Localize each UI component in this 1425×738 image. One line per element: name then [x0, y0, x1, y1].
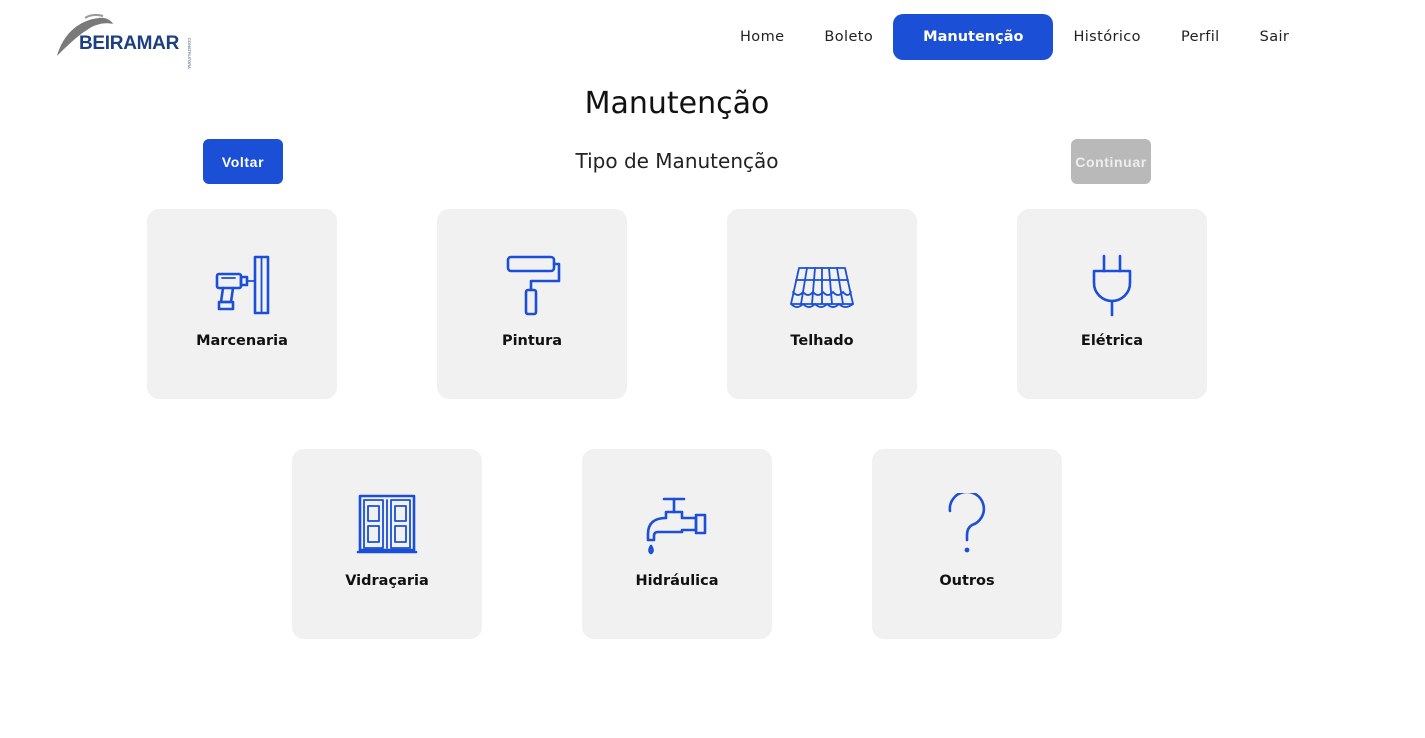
window-icon	[347, 493, 427, 557]
category-label: Hidráulica	[635, 573, 719, 589]
nav-perfil[interactable]: Perfil	[1161, 14, 1240, 60]
faucet-icon	[637, 493, 717, 557]
question-icon	[927, 493, 1007, 557]
category-label: Pintura	[501, 333, 563, 349]
page-title: Manutenção	[584, 86, 770, 121]
category-card-outros[interactable]: Outros	[872, 449, 1062, 639]
logo-text: BEIRAMAR	[79, 33, 179, 54]
page: BEIRAMAR CONSTRUTORA Home Boleto Manuten…	[0, 0, 1425, 738]
nav-boleto[interactable]: Boleto	[804, 14, 893, 60]
nav-historico[interactable]: Histórico	[1053, 14, 1160, 60]
category-card-telhado[interactable]: Telhado	[727, 209, 917, 399]
category-label: Vidraçaria	[345, 573, 429, 589]
nav-manutencao[interactable]: Manutenção	[893, 14, 1054, 60]
drill-icon	[202, 253, 282, 317]
category-label: Telhado	[790, 333, 854, 349]
category-card-eletrica[interactable]: Elétrica	[1017, 209, 1207, 399]
roof-tiles-icon	[782, 253, 862, 317]
category-card-marcenaria[interactable]: Marcenaria	[147, 209, 337, 399]
plug-icon	[1072, 253, 1152, 317]
logo-subtext: CONSTRUTORA	[187, 38, 192, 69]
category-label: Marcenaria	[196, 333, 288, 349]
paint-roller-icon	[492, 253, 572, 317]
category-card-hidraulica[interactable]: Hidráulica	[582, 449, 772, 639]
category-label: Outros	[939, 573, 995, 589]
nav-home[interactable]: Home	[720, 14, 804, 60]
main-nav: Home Boleto Manutenção Histórico Perfil …	[720, 14, 1309, 60]
category-label: Elétrica	[1080, 333, 1144, 349]
brand-logo[interactable]: BEIRAMAR CONSTRUTORA	[55, 14, 195, 69]
category-card-vidracaria[interactable]: Vidraçaria	[292, 449, 482, 639]
nav-sair[interactable]: Sair	[1240, 14, 1310, 60]
continue-button[interactable]: Continuar	[1071, 139, 1151, 184]
category-card-pintura[interactable]: Pintura	[437, 209, 627, 399]
